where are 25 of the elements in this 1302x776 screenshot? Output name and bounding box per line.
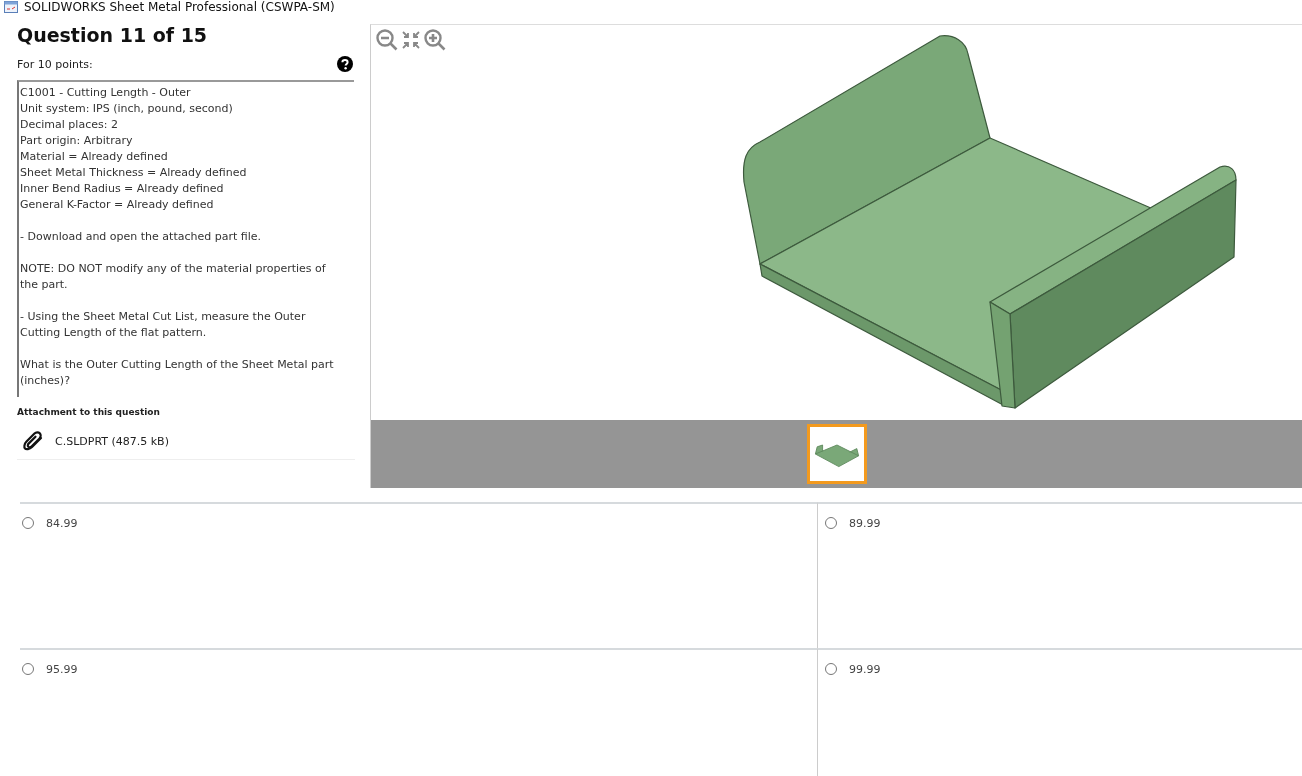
- zoom-out-icon[interactable]: [375, 28, 399, 52]
- question-paragraph: C1001 - Cutting Length - Outer Unit system: IPS (inch, pound, second) Decimal places: 2 Part origin: Arbitrary Material = Already defined Sheet Metal Thickness = Already defined Inner Bend Radius = Already defined General K-Factor = Already defined: [20, 85, 248, 213]
- answer-option[interactable]: 89.99: [825, 516, 881, 530]
- attachment-heading: Attachment to this question: [17, 407, 161, 417]
- points-label: For 10 points:: [17, 57, 93, 71]
- radio-button[interactable]: [825, 663, 837, 675]
- answer-option[interactable]: 95.99: [22, 662, 78, 676]
- window-title: SOLIDWORKS Sheet Metal Professional (CSWPA-SM): [24, 0, 335, 14]
- question-heading: Question 11 of 15: [17, 24, 209, 46]
- question-paragraph: - Download and open the attached part file.: [20, 229, 262, 245]
- part-thumbnail[interactable]: [806, 424, 867, 484]
- zoom-in-icon[interactable]: [423, 28, 447, 52]
- question-paragraph: - Using the Sheet Metal Cut List, measure the Outer Cutting Length of the flat pattern.: [20, 309, 307, 341]
- radio-button[interactable]: [22, 663, 34, 675]
- help-icon[interactable]: [337, 56, 353, 72]
- question-paragraph: NOTE: DO NOT modify any of the material properties of the part.: [20, 261, 327, 293]
- question-paragraph: What is the Outer Cutting Length of the Sheet Metal part (inches)?: [20, 357, 335, 389]
- answer-option[interactable]: 99.99: [825, 662, 881, 676]
- paperclip-icon: [21, 429, 45, 453]
- radio-button[interactable]: [825, 517, 837, 529]
- fit-view-icon[interactable]: [401, 30, 421, 50]
- window-icon: [4, 1, 18, 13]
- answer-option[interactable]: 84.99: [22, 516, 78, 530]
- attachment-link[interactable]: C.SLDPRT (487.5 kB): [55, 434, 169, 448]
- radio-button[interactable]: [22, 517, 34, 529]
